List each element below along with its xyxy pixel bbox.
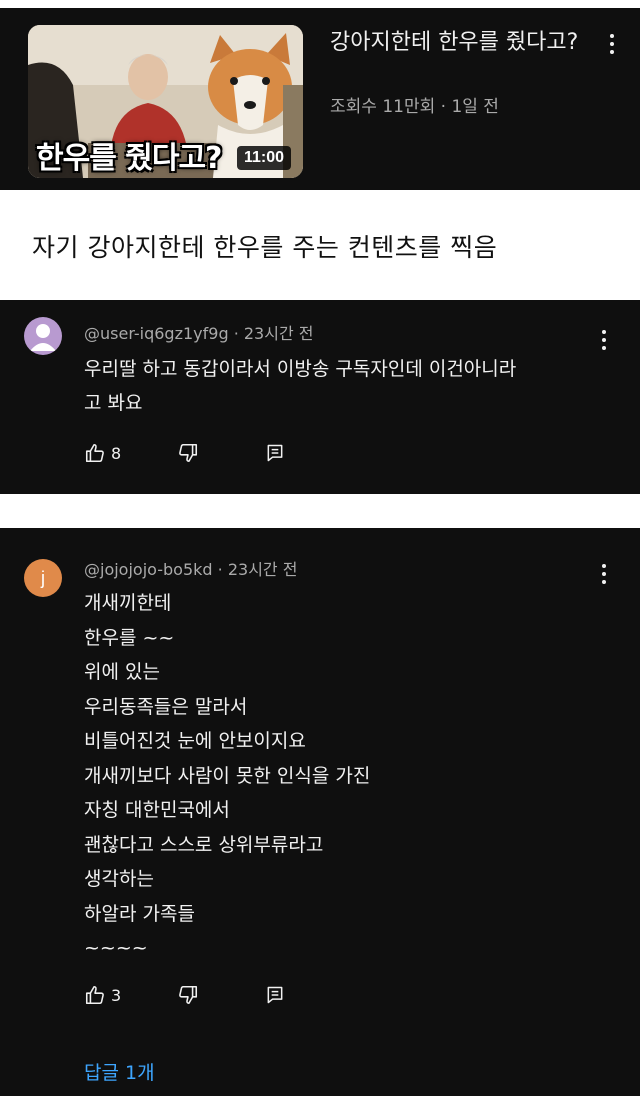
replies-link[interactable]: 답글 1개 <box>84 1058 155 1085</box>
video-thumbnail[interactable]: 한우를 줬다고? 11:00 <box>28 25 303 178</box>
comment-text: 개새끼한테 한우를 ~~ 위에 있는 우리동족들은 말라서 비틀어진것 눈에 안… <box>84 586 604 966</box>
comment-text: 우리딸 하고 동갑이라서 이방송 구독자인데 이건아니라 고 봐요 <box>84 352 604 420</box>
thumbs-down-icon <box>179 443 198 463</box>
video-meta: 조회수 11만회 · 1일 전 <box>330 97 499 117</box>
comment-header: @user-iq6gz1yf9g · 23시간 전 <box>84 320 313 344</box>
comment-reply-icon <box>267 986 283 1004</box>
like-button[interactable]: 8 <box>84 442 121 464</box>
comment-time: 23시간 전 <box>227 560 298 579</box>
reply-button[interactable] <box>265 443 285 463</box>
comment-line: 위에 있는 <box>84 661 160 683</box>
thumbnail-caption: 한우를 줬다고? <box>36 141 222 176</box>
comment-card: j @jojojojo-bo5kd · 23시간 전 개새끼한테 한우를 ~~ … <box>0 528 640 1096</box>
reply-button[interactable] <box>265 985 285 1005</box>
thumbs-down-icon <box>179 985 198 1005</box>
comment-line: 하알라 가족들 <box>84 902 195 925</box>
avatar[interactable]: j <box>24 559 62 597</box>
separator-dot: · <box>217 560 228 579</box>
comment-actions: 3 <box>84 984 285 1006</box>
comment-time: 23시간 전 <box>243 324 314 343</box>
thumbs-up-icon <box>85 985 104 1005</box>
comment-author[interactable]: @jojojojo-bo5kd <box>84 560 213 579</box>
comment-line: 개새끼보다 사람이 못한 인식을 가진 <box>84 764 371 787</box>
comment-header: @jojojojo-bo5kd · 23시간 전 <box>84 556 297 580</box>
dislike-button[interactable] <box>177 442 199 464</box>
dislike-button[interactable] <box>177 984 199 1006</box>
comment-line: ~~~~ <box>84 937 148 959</box>
comment-line: 괜찮다고 스스로 상위부류라고 <box>84 833 324 856</box>
like-count: 8 <box>111 443 122 463</box>
comment-line: 고 봐요 <box>84 392 143 414</box>
avatar[interactable] <box>24 317 62 355</box>
video-title[interactable]: 강아지한테 한우를 줬다고? <box>330 28 590 58</box>
video-card[interactable]: 한우를 줬다고? 11:00 강아지한테 한우를 줬다고? 조회수 11만회 ·… <box>0 8 640 190</box>
comment-card: @user-iq6gz1yf9g · 23시간 전 우리딸 하고 동갑이라서 이… <box>0 300 640 494</box>
more-vert-icon[interactable] <box>596 564 612 584</box>
more-vert-icon[interactable] <box>604 34 620 54</box>
comment-line: 우리동족들은 말라서 <box>84 695 248 718</box>
comment-line: 자칭 대한민국에서 <box>84 799 230 821</box>
comment-line: 한우를 ~~ <box>84 626 175 649</box>
thumbs-up-icon <box>85 443 104 463</box>
post-caption: 자기 강아지한테 한우를 주는 컨텐츠를 찍음 <box>32 233 498 262</box>
duration-badge: 11:00 <box>236 146 291 170</box>
separator-dot: · <box>233 324 244 343</box>
like-button[interactable]: 3 <box>84 984 121 1006</box>
comment-actions: 8 <box>84 442 285 464</box>
comment-reply-icon <box>267 444 283 462</box>
user-avatar-icon <box>30 324 56 351</box>
like-count: 3 <box>111 985 122 1005</box>
more-vert-icon[interactable] <box>596 330 612 350</box>
comment-author[interactable]: @user-iq6gz1yf9g <box>84 324 229 343</box>
comment-line: 생각하는 <box>84 868 154 890</box>
comment-line: 우리딸 하고 동갑이라서 이방송 구독자인데 이건아니라 <box>84 358 517 380</box>
comment-line: 비틀어진것 눈에 안보이지요 <box>84 730 306 752</box>
comment-line: 개새끼한테 <box>84 592 172 614</box>
